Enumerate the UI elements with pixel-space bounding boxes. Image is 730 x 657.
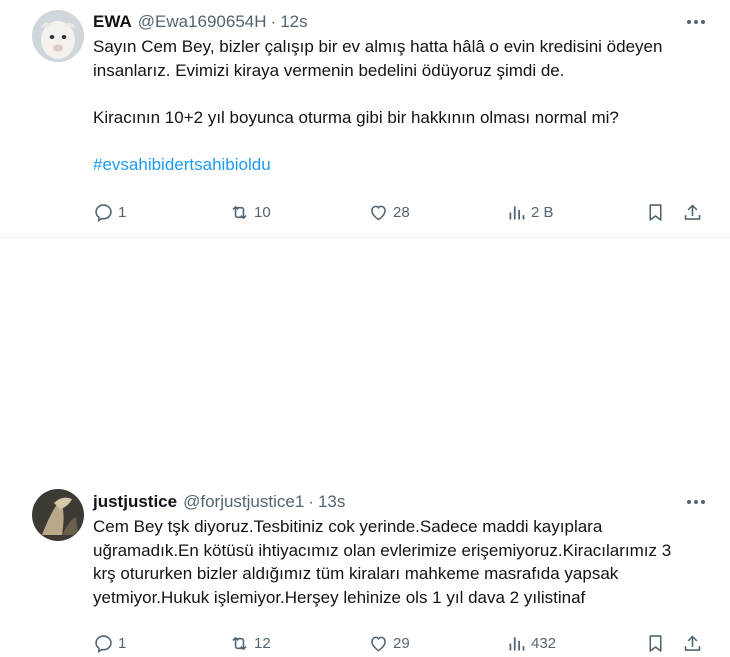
reply-button[interactable]: 1 — [93, 633, 126, 654]
reply-icon — [95, 203, 112, 222]
hashtag-link[interactable]: #evsahibidertsahibioldu — [93, 155, 271, 174]
like-icon — [371, 205, 386, 220]
like-button[interactable]: 29 — [368, 633, 410, 654]
retweet-count: 12 — [254, 634, 271, 652]
avatar[interactable] — [32, 489, 84, 541]
action-bar: 1 10 28 2 B — [93, 198, 710, 226]
tweet-line: Sayın Cem Bey, bizler çalışıp bir ev alm… — [93, 37, 663, 56]
bookmark-button[interactable] — [645, 633, 666, 654]
timestamp[interactable]: 12s — [280, 12, 307, 32]
user-handle[interactable]: @Ewa1690654H — [138, 12, 267, 32]
tweet-line: uğramadık.En kötüsü ihtiyacımız olan evl… — [93, 540, 672, 560]
tweet-line — [93, 129, 712, 153]
display-name[interactable]: justjustice — [93, 492, 177, 512]
tweet-line: yetmiyor.Hukuk işlemiyor.Herşey lehinize… — [93, 587, 586, 607]
share-icon — [684, 635, 701, 651]
share-button[interactable] — [682, 633, 703, 654]
views-icon — [509, 205, 525, 219]
like-button[interactable]: 28 — [368, 202, 410, 223]
share-button[interactable] — [682, 202, 703, 223]
tweet-text: Sayın Cem Bey, bizler çalışıp bir ev alm… — [93, 35, 712, 176]
tweet-line: insanlarız. Evimizi kiraya vermenin bede… — [93, 60, 565, 80]
like-count: 28 — [393, 203, 410, 221]
more-icon[interactable] — [684, 492, 708, 512]
tweet-1[interactable]: EWA @Ewa1690654H · 12s Sayın Cem Bey, bi… — [0, 0, 730, 238]
views-count: 432 — [531, 634, 557, 652]
retweet-button[interactable]: 10 — [229, 202, 271, 223]
reply-count: 1 — [118, 203, 127, 221]
timestamp[interactable]: 13s — [318, 492, 345, 512]
bookmark-icon — [649, 634, 662, 652]
action-bar: 1 12 29 432 — [93, 629, 710, 657]
views-button[interactable]: 432 — [506, 633, 556, 654]
tweet-line: krş otururken bizler aldığımız tüm kiral… — [93, 564, 619, 583]
views-count: 2 B — [531, 203, 554, 221]
like-icon — [371, 636, 386, 651]
reply-count: 1 — [118, 634, 127, 652]
user-handle[interactable]: @forjustjustice1 — [183, 492, 304, 512]
tweet-2[interactable]: justjustice @forjustjustice1 · 13s Cem B… — [0, 238, 730, 653]
bookmark-button[interactable] — [645, 202, 666, 223]
display-name[interactable]: EWA — [93, 12, 132, 32]
separator-dot: · — [308, 492, 314, 511]
reply-icon — [95, 634, 112, 653]
bookmark-icon — [649, 203, 662, 221]
views-icon — [509, 636, 525, 650]
tweet-line — [93, 82, 712, 106]
tweet-line: Cem Bey tşk diyoruz.Tesbitiniz cok yerin… — [93, 517, 603, 536]
share-icon — [684, 204, 701, 220]
tweet-line: Kiracının 10+2 yıl boyunca oturma gibi b… — [93, 107, 619, 127]
avatar[interactable] — [32, 10, 84, 62]
retweet-count: 10 — [254, 203, 271, 221]
like-count: 29 — [393, 634, 410, 652]
retweet-button[interactable]: 12 — [229, 633, 271, 654]
tweet-text: Cem Bey tşk diyoruz.Tesbitiniz cok yerin… — [93, 515, 712, 609]
retweet-icon — [232, 636, 247, 650]
views-button[interactable]: 2 B — [506, 202, 554, 223]
reply-button[interactable]: 1 — [93, 202, 126, 223]
retweet-icon — [232, 205, 247, 219]
separator-dot: · — [270, 12, 277, 31]
more-icon[interactable] — [684, 12, 708, 32]
